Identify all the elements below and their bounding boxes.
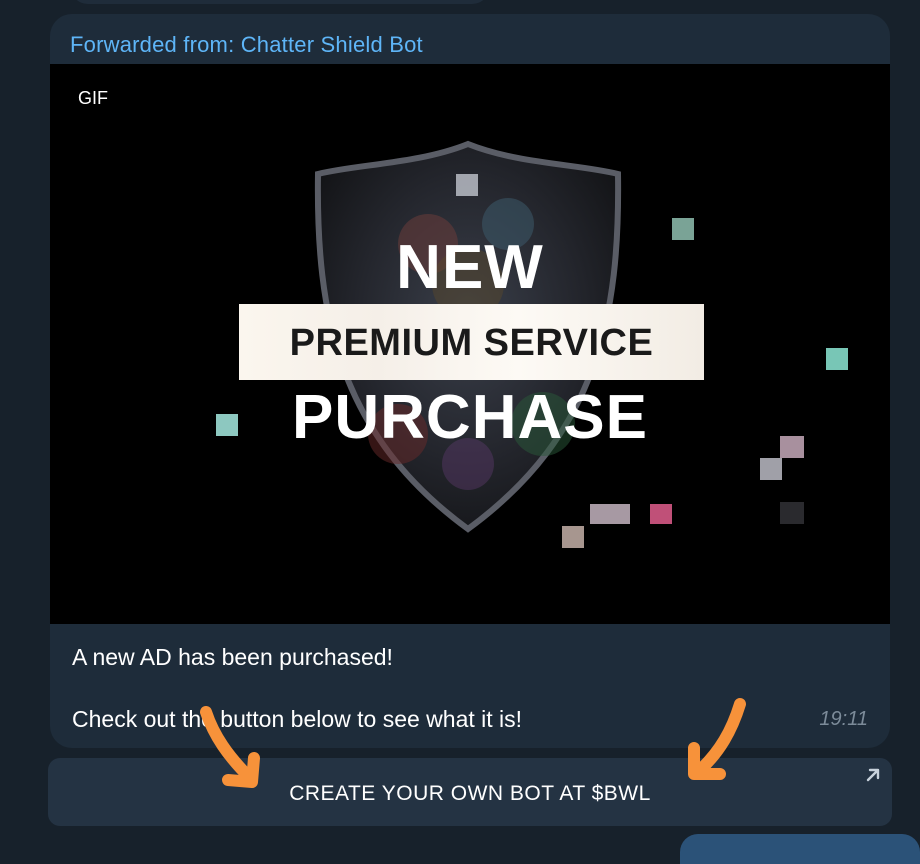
glitch-pixel	[650, 504, 672, 524]
next-message-bubble	[680, 834, 920, 864]
create-bot-button[interactable]: CREATE YOUR OWN BOT AT $BWL	[48, 758, 892, 826]
glitch-pixel	[780, 502, 804, 524]
glitch-pixel	[760, 458, 782, 480]
forwarded-from-label[interactable]: Forwarded from: Chatter Shield Bot	[70, 32, 423, 58]
glitch-pixel	[562, 526, 584, 548]
glitch-pixel	[216, 414, 238, 436]
gif-headline-premium: PREMIUM SERVICE	[289, 322, 654, 364]
glitch-pixel	[672, 218, 694, 240]
glitch-pixel	[826, 348, 848, 370]
message-caption-line2: Check out the button below to see what i…	[72, 706, 523, 732]
gif-headline-purchase: PURCHASE	[292, 383, 648, 452]
gif-headline-new: NEW	[396, 233, 544, 302]
message-caption: A new AD has been purchased!	[72, 644, 393, 670]
previous-message-bubble	[70, 0, 490, 4]
gif-media[interactable]: GIF NEW PREMIUM SERVICE PURCHASE	[50, 64, 890, 624]
gif-band: PREMIUM SERVICE	[239, 304, 704, 380]
gif-badge: GIF	[78, 88, 108, 108]
message-bubble: Forwarded from: Chatter Shield Bot GIF N…	[50, 14, 890, 748]
glitch-pixel	[456, 174, 478, 196]
glitch-pixel	[780, 436, 804, 458]
create-bot-button-label: CREATE YOUR OWN BOT AT $BWL	[289, 782, 651, 805]
orange-arrow-annotation-right	[688, 698, 746, 780]
glitch-pixel	[590, 504, 630, 524]
message-timestamp: 19:11	[819, 708, 868, 730]
orange-arrow-annotation-left	[200, 706, 260, 788]
external-link-arrow-icon	[866, 768, 880, 782]
